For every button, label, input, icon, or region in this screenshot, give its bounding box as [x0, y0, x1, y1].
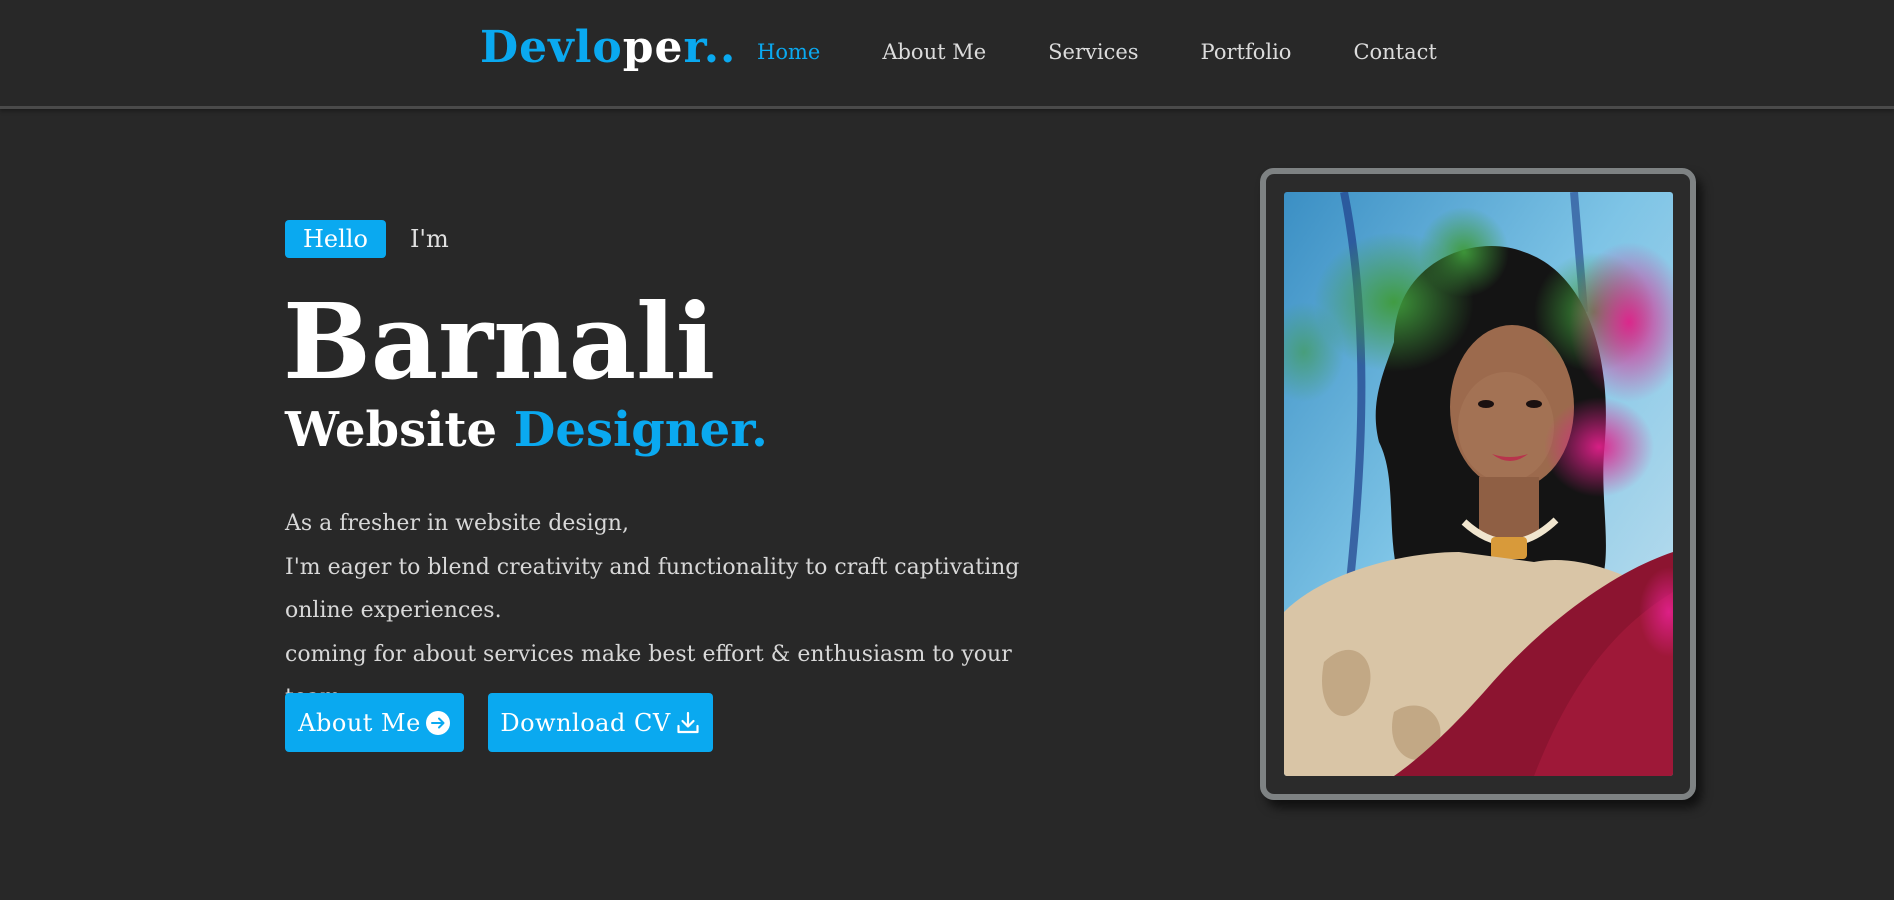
role-main: Website	[285, 402, 498, 458]
profile-photo	[1284, 192, 1673, 776]
hello-badge: Hello	[285, 220, 386, 258]
arrow-right-circle-icon	[425, 710, 451, 736]
nav-about-me[interactable]: About Me	[882, 40, 986, 64]
nav-portfolio[interactable]: Portfolio	[1201, 40, 1292, 64]
description-line: As a fresher in website design,	[285, 511, 629, 536]
logo-part-3: r..	[683, 22, 737, 73]
download-cv-button-label: Download CV	[500, 708, 671, 737]
nav-home[interactable]: Home	[757, 40, 820, 64]
description-line: online experiences.	[285, 598, 502, 623]
greeting-row: Hello I'm	[285, 220, 449, 258]
main-nav: Home About Me Services Portfolio Contact	[757, 40, 1499, 64]
hero-name: Barnali	[283, 280, 716, 403]
navbar: Devloper.. Home About Me Services Portfo…	[0, 0, 1894, 109]
description-line: I'm eager to blend creativity and functi…	[285, 554, 1020, 580]
hero-role: Website Designer.	[285, 402, 768, 458]
nav-services[interactable]: Services	[1048, 40, 1138, 64]
site-logo[interactable]: Devloper..	[480, 22, 736, 73]
about-me-button[interactable]: About Me	[285, 693, 464, 752]
logo-part-1: Devlo	[480, 22, 623, 73]
logo-part-2: pe	[622, 22, 684, 73]
about-me-button-label: About Me	[298, 708, 421, 737]
intro-text: I'm	[409, 225, 449, 253]
download-icon	[675, 710, 701, 736]
nav-contact[interactable]: Contact	[1353, 40, 1436, 64]
hero-description: As a fresher in website design, I'm eage…	[285, 502, 1065, 720]
download-cv-button[interactable]: Download CV	[488, 693, 713, 752]
role-accent: Designer.	[513, 402, 768, 458]
